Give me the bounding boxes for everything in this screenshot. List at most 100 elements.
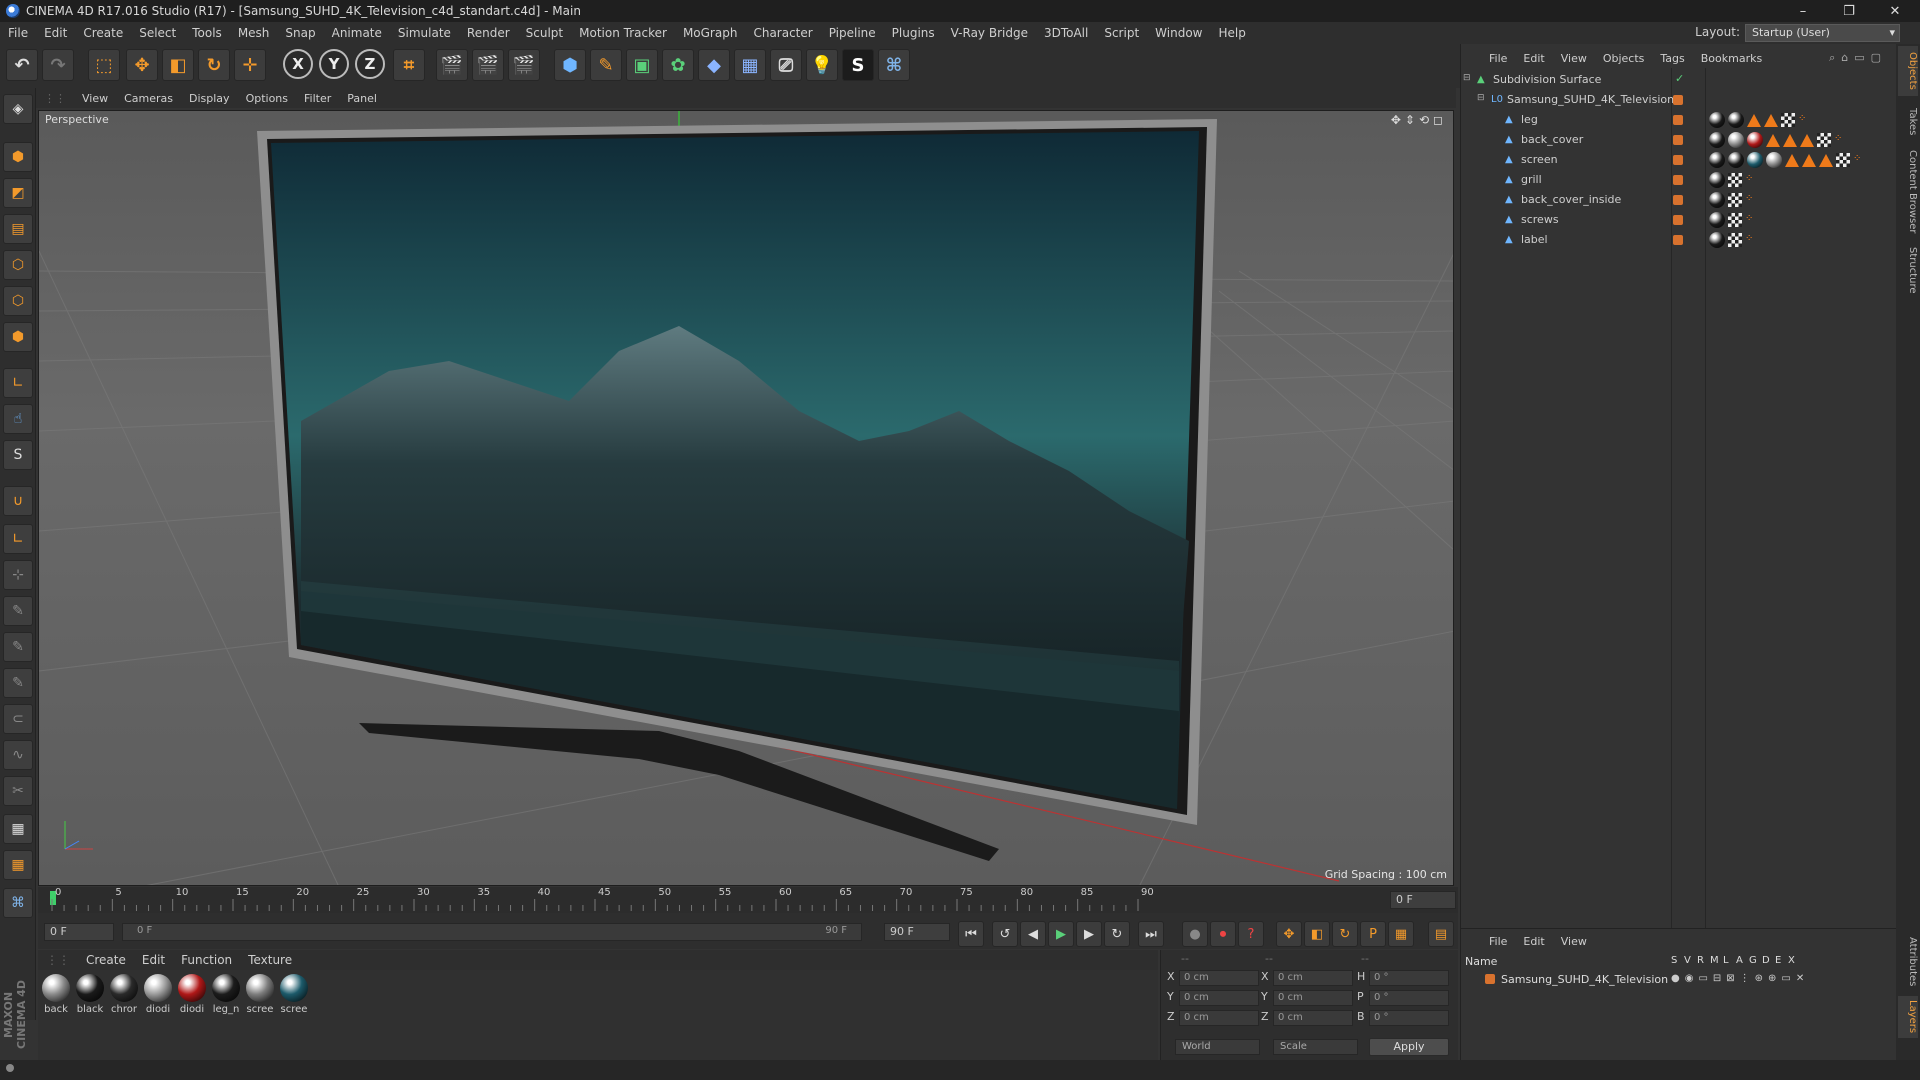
menu-snap[interactable]: Snap — [277, 26, 323, 40]
menu-render[interactable]: Render — [459, 26, 518, 40]
menu-simulate[interactable]: Simulate — [390, 26, 459, 40]
uvw-tag-icon[interactable]: ⁘ — [1853, 152, 1867, 166]
phong-tag-icon[interactable] — [1728, 213, 1742, 227]
object-row[interactable]: ▲ screen ⁘ — [1461, 150, 1897, 170]
transform-mode-dropdown[interactable]: Scale — [1273, 1039, 1358, 1055]
om-menu-view[interactable]: View — [1553, 52, 1595, 65]
position-z-field[interactable]: 0 cm — [1179, 1010, 1259, 1026]
object-row[interactable]: ⊟ L0 Samsung_SUHD_4K_Television — [1461, 90, 1897, 110]
viewport-navigation-icons[interactable]: ✥⇕⟲◻ — [1391, 113, 1447, 127]
menu-mograph[interactable]: MoGraph — [675, 26, 746, 40]
sculpt-icon[interactable]: ✎ — [3, 668, 33, 698]
points-mode-icon[interactable]: ⬡ — [3, 250, 33, 280]
menu-edit[interactable]: Edit — [36, 26, 75, 40]
move-tool-icon[interactable]: ✥ — [126, 49, 158, 81]
om-menu-edit[interactable]: Edit — [1515, 52, 1552, 65]
tab-content-browser[interactable]: Content Browser — [1898, 148, 1918, 236]
rotation-p-field[interactable]: 0 ° — [1369, 990, 1449, 1006]
selection-tag-icon[interactable] — [1747, 114, 1761, 127]
object-row[interactable]: ▲ leg ⁘ — [1461, 110, 1897, 130]
key-rotation-icon[interactable]: ↻ — [1332, 921, 1358, 947]
layer-column-header[interactable]: V — [1684, 955, 1691, 966]
uvw-tag-icon[interactable]: ⁘ — [1745, 172, 1759, 186]
python-icon[interactable]: ⌘ — [878, 49, 910, 81]
workplane-icon[interactable]: ▤ — [3, 214, 33, 244]
maximize-button[interactable]: ❐ — [1826, 0, 1872, 22]
menu-tools[interactable]: Tools — [184, 26, 230, 40]
selection-tag-icon[interactable] — [1800, 134, 1814, 147]
paint-icon[interactable]: ✎ — [3, 596, 33, 626]
layer-color-dot[interactable] — [1673, 195, 1683, 205]
menu-sculpt[interactable]: Sculpt — [518, 26, 571, 40]
material-swatch[interactable]: scree — [278, 974, 310, 1015]
material-tag-icon[interactable] — [1709, 192, 1725, 208]
undo-icon[interactable]: ↶ — [6, 49, 38, 81]
layer-color-dot[interactable] — [1673, 115, 1683, 125]
close-button[interactable]: ✕ — [1872, 0, 1918, 22]
preview-range-slider[interactable]: 0 F 90 F — [122, 923, 862, 941]
play-icon[interactable]: ▶ — [1048, 921, 1074, 947]
timeline-ruler[interactable]: 0 5 10 15 20 25 30 35 40 45 50 55 60 65 70 75 80 85 90 0 F — [38, 887, 1458, 913]
polygons-mode-icon[interactable]: ⬢ — [3, 322, 33, 352]
perspective-viewport[interactable]: Perspective ✥⇕⟲◻ Grid Spacing : 100 cm — [38, 110, 1454, 886]
menu-3dtoall[interactable]: 3DToAll — [1036, 26, 1096, 40]
layer-column-header[interactable]: S — [1671, 955, 1677, 966]
brush-r-icon[interactable]: ✎ — [3, 632, 33, 662]
material-menu-create[interactable]: Create — [78, 953, 134, 967]
key-pla-icon[interactable]: ▦ — [1388, 921, 1414, 947]
menu-script[interactable]: Script — [1096, 26, 1147, 40]
material-tag-icon[interactable] — [1709, 212, 1725, 228]
om-search-home-icons[interactable]: ⌕⌂▭▢ — [1829, 51, 1887, 65]
layer-column-header[interactable]: A — [1736, 955, 1743, 966]
layer-color-dot[interactable] — [1673, 95, 1683, 105]
live-selection-icon[interactable]: ⬚ — [88, 49, 120, 81]
object-row[interactable]: ▲ screws ⁘ — [1461, 210, 1897, 230]
magnet-icon[interactable]: ⊂ — [3, 704, 33, 734]
object-row[interactable]: ▲ back_cover_inside ⁘ — [1461, 190, 1897, 210]
coordinate-mode-dropdown[interactable]: World — [1175, 1039, 1260, 1055]
vray-icon[interactable]: S — [842, 49, 874, 81]
previous-key-icon[interactable]: ↺ — [992, 921, 1018, 947]
grid-settings-icon[interactable]: ▦ — [3, 850, 33, 880]
om-menu-file[interactable]: File — [1481, 52, 1515, 65]
material-swatch[interactable]: leg_n — [210, 974, 242, 1015]
om-menu-tags[interactable]: Tags — [1652, 52, 1692, 65]
render-view-icon[interactable]: 🎬 — [436, 49, 468, 81]
menu-file[interactable]: File — [0, 26, 36, 40]
om-menu-objects[interactable]: Objects — [1595, 52, 1653, 65]
edges-mode-icon[interactable]: ⬡ — [3, 286, 33, 316]
material-tag-icon[interactable] — [1728, 112, 1744, 128]
layer-color-dot[interactable] — [1673, 135, 1683, 145]
go-to-end-icon[interactable]: ⏭ — [1138, 921, 1164, 947]
layer-color-dot[interactable] — [1673, 215, 1683, 225]
rotation-h-field[interactable]: 0 ° — [1369, 970, 1449, 986]
menu-vray-bridge[interactable]: V-Ray Bridge — [943, 26, 1036, 40]
scale-tool-icon[interactable]: ◧ — [162, 49, 194, 81]
tab-objects[interactable]: Objects — [1898, 46, 1918, 96]
tab-attributes[interactable]: Attributes — [1898, 934, 1918, 990]
phong-tag-icon[interactable] — [1781, 113, 1795, 127]
light-icon[interactable]: 💡 — [806, 49, 838, 81]
selection-tag-icon[interactable] — [1819, 154, 1833, 167]
selection-tag-icon[interactable] — [1802, 154, 1816, 167]
material-swatch[interactable]: diodi — [142, 974, 174, 1015]
material-swatch[interactable]: back — [40, 974, 72, 1015]
material-tag-icon[interactable] — [1728, 132, 1744, 148]
record-keys-icon[interactable]: ● — [1182, 921, 1208, 947]
menu-character[interactable]: Character — [745, 26, 820, 40]
layer-column-header[interactable]: X — [1788, 955, 1795, 966]
floor-scene-icon[interactable]: ▦ — [734, 49, 766, 81]
layer-column-header[interactable]: M — [1710, 955, 1719, 966]
tab-takes[interactable]: Takes — [1898, 102, 1918, 142]
layer-color-dot[interactable] — [1673, 155, 1683, 165]
layer-menu-edit[interactable]: Edit — [1515, 935, 1552, 948]
material-tag-icon[interactable] — [1709, 132, 1725, 148]
phong-tag-icon[interactable] — [1817, 133, 1831, 147]
minimize-button[interactable]: – — [1780, 0, 1826, 22]
layer-color-dot[interactable] — [1673, 175, 1683, 185]
material-tag-icon[interactable] — [1709, 172, 1725, 188]
recent-tool-icon[interactable]: ✛ — [234, 49, 266, 81]
keyframe-selection-icon[interactable]: ? — [1238, 921, 1264, 947]
make-editable-icon[interactable]: ◈ — [3, 94, 33, 124]
solo-mode-icon[interactable]: S — [3, 440, 33, 470]
